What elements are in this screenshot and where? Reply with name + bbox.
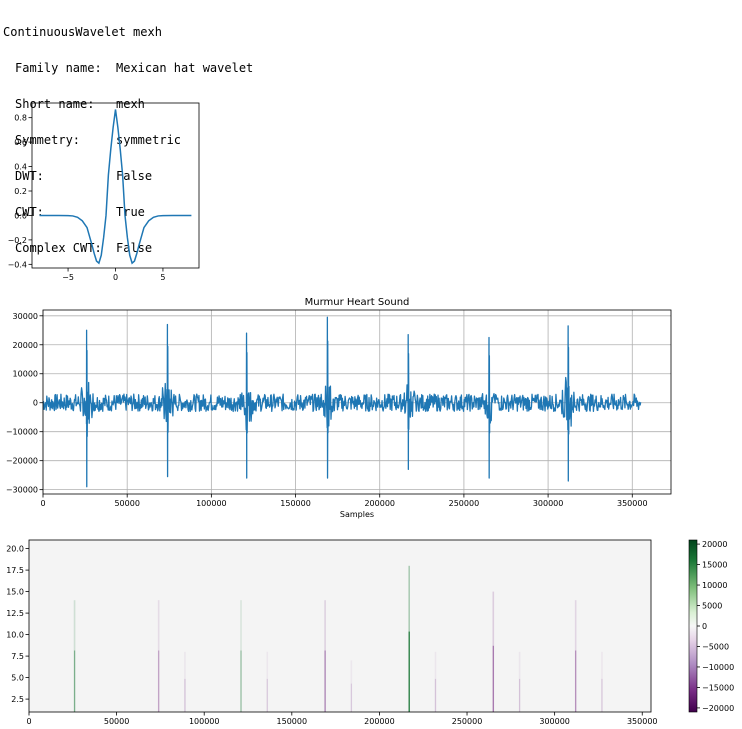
x-tick-label: 250000 (449, 499, 480, 508)
y-tick-label: 0.2 (14, 187, 27, 196)
colorbar-tick-label: −5000 (702, 642, 729, 651)
x-tick-label: 0 (113, 273, 118, 282)
streak-core (73, 650, 76, 712)
colorbar-tick-label: 10000 (702, 581, 727, 590)
y-tick-label: −30000 (6, 486, 38, 495)
streak-core (492, 645, 494, 712)
y-tick-label: 20000 (13, 341, 38, 350)
x-tick-label: 200000 (364, 717, 395, 726)
signal-line (42, 316, 642, 488)
y-tick-label: 0.8 (14, 114, 27, 123)
x-tick-label: 50000 (114, 499, 139, 508)
y-tick-label: −0.4 (8, 260, 27, 269)
x-tick-label: 100000 (189, 717, 220, 726)
streak-core (518, 678, 521, 712)
streak-core (266, 678, 268, 712)
scalogram-background (29, 540, 651, 712)
x-tick-label: 350000 (617, 499, 648, 508)
x-axis-label: Samples (340, 510, 374, 519)
x-tick-label: 300000 (539, 717, 570, 726)
y-tick-label: 0.6 (14, 138, 27, 147)
x-tick-label: 150000 (277, 717, 308, 726)
x-tick-label: 150000 (280, 499, 311, 508)
colorbar-tick-label: −10000 (702, 663, 734, 672)
y-tick-label: 0 (33, 399, 38, 408)
colorbar-tick-label: −20000 (702, 704, 734, 713)
streak-core (434, 678, 437, 712)
signal-chart: 0 50000 100000 150000 200000 250000 300000 3500… (6, 297, 672, 519)
streak-core (350, 683, 352, 712)
y-tick-label: 20.0 (6, 545, 24, 554)
x-tick-label: 5 (160, 273, 165, 282)
y-tick-label: 2.5 (11, 695, 24, 704)
x-tick-label: 300000 (533, 499, 564, 508)
streak-core (408, 631, 410, 712)
y-tick-label: −20000 (6, 457, 38, 466)
x-tick-label: 250000 (452, 717, 483, 726)
y-tick-label: 5.0 (11, 674, 24, 683)
x-tick-label: 350000 (627, 717, 658, 726)
streak-core (240, 650, 242, 712)
scalogram-chart: 0 50000 100000 150000 200000 250000 300000 3500… (6, 539, 734, 726)
x-tick-label: 200000 (364, 499, 395, 508)
y-tick-label: −0.2 (8, 236, 27, 245)
x-tick-label: 100000 (196, 499, 227, 508)
y-tick-label: 10000 (13, 370, 38, 379)
y-tick-label: 10.0 (6, 631, 24, 640)
y-tick-label: 12.5 (6, 609, 24, 618)
x-tick-label: 50000 (104, 717, 129, 726)
wavelet-chart: −5 0 5 0.8 0.6 0.4 0.2 0.0 −0.2 −0.4 (8, 102, 200, 282)
colorbar-tick-label: 5000 (702, 602, 722, 611)
streak-core (324, 650, 326, 712)
wavelet-line (39, 109, 192, 265)
streak-core (601, 678, 603, 712)
streak-core (158, 650, 160, 712)
y-tick-label: 15.0 (6, 588, 24, 597)
x-tick-label: 0 (40, 499, 45, 508)
colorbar-tick-label: 0 (702, 622, 707, 631)
x-tick-label: 0 (26, 717, 31, 726)
colorbar (688, 539, 698, 713)
x-tick-label: −5 (62, 273, 74, 282)
colorbar-tick-label: 20000 (702, 540, 727, 549)
colorbar-tick-label: −15000 (702, 683, 734, 692)
axes-frame (31, 102, 200, 269)
streak-core (575, 650, 577, 712)
colorbar-tick-label: 15000 (702, 561, 727, 570)
y-tick-label: 17.5 (6, 566, 24, 575)
chart-title: Murmur Heart Sound (305, 297, 410, 308)
y-tick-label: 30000 (13, 312, 38, 321)
y-tick-label: −10000 (6, 428, 38, 437)
streak-core (184, 678, 186, 712)
y-tick-label: 0.4 (14, 163, 27, 172)
y-tick-label: 7.5 (11, 652, 24, 661)
y-tick-label: 0.0 (14, 211, 27, 220)
